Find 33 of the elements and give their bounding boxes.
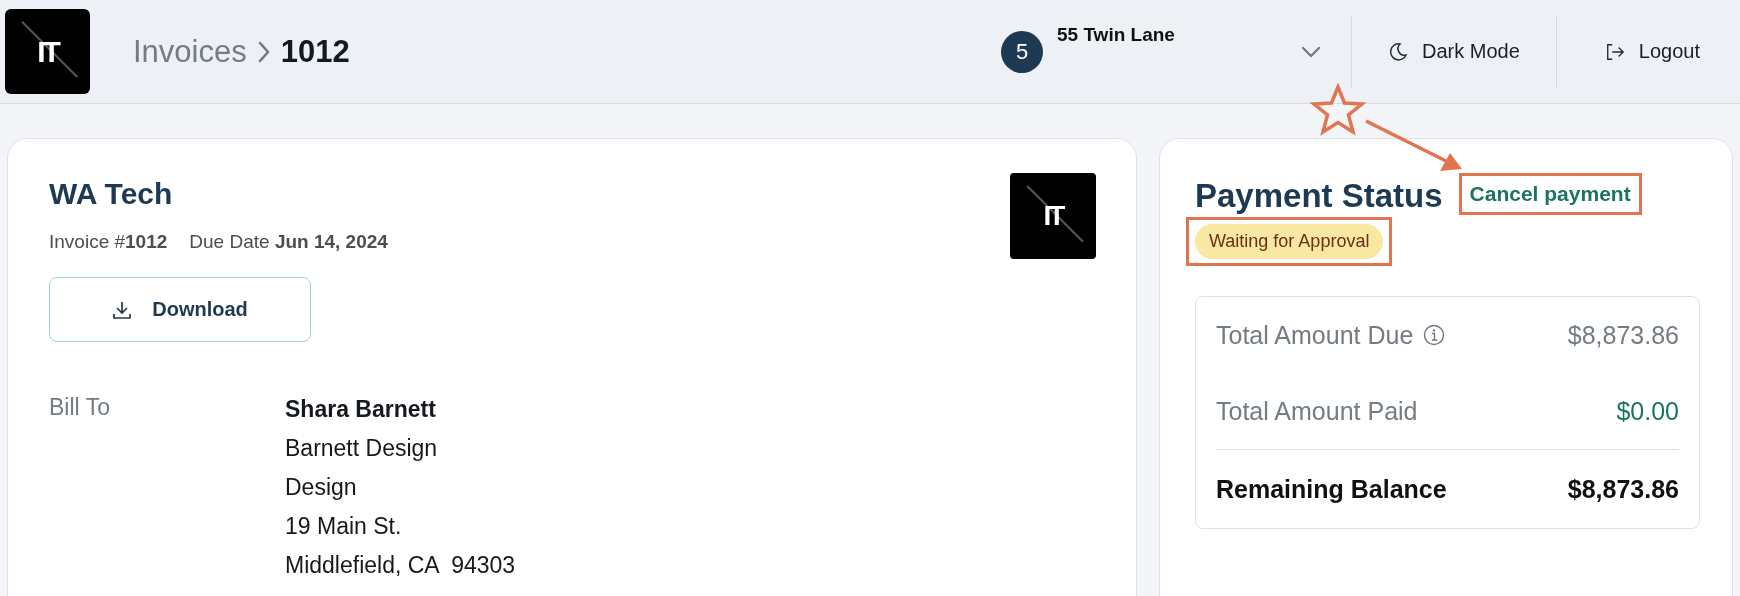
address-line: 19 Main St.	[285, 512, 403, 541]
summary-label: Remaining Balance	[1216, 474, 1447, 504]
count-badge: 5	[1001, 30, 1043, 73]
property-selector[interactable]: 5 55 Twin Lane	[1001, 21, 1351, 82]
summary-label: Total Amount Paid	[1216, 396, 1418, 426]
dark-mode-button[interactable]: Dark Mode	[1352, 30, 1556, 73]
info-icon[interactable]	[1423, 324, 1446, 346]
download-button[interactable]: Download	[49, 277, 311, 342]
payment-status-title: Payment Status	[1195, 177, 1443, 215]
company-name: WA Tech	[49, 177, 174, 211]
company-logo: IT	[1010, 173, 1096, 259]
breadcrumb-item: 1012	[280, 33, 350, 70]
due-date: Due Date Jun 14, 2024	[189, 231, 388, 253]
status-badge: Waiting for Approval	[1195, 224, 1384, 259]
summary-value: $8,873.86	[1567, 474, 1679, 504]
logo[interactable]: IT	[5, 9, 90, 94]
address-line: Barnett Design	[285, 434, 439, 463]
cancel-payment-link[interactable]: Cancel payment	[1469, 182, 1631, 205]
breadcrumb-item[interactable]: Invoices	[133, 33, 247, 70]
chevron-down-icon	[1301, 45, 1321, 58]
property-name: 55 Twin Lane	[1057, 23, 1175, 46]
summary-value: $8,873.86	[1567, 320, 1679, 350]
address-line: Design	[285, 473, 358, 502]
bill-to-label: Bill To	[49, 394, 111, 422]
invoice-number: Invoice #1012	[49, 231, 168, 253]
moon-icon	[1388, 41, 1408, 62]
logout-icon	[1604, 41, 1625, 62]
summary-value: $0.00	[1616, 396, 1679, 426]
customer-name: Shara Barnett	[285, 395, 437, 424]
address-line: Middlefield, CA 94303	[285, 551, 516, 580]
summary-label: Total Amount Due	[1216, 320, 1414, 350]
logout-button[interactable]: Logout	[1556, 30, 1740, 73]
download-icon	[112, 299, 133, 320]
